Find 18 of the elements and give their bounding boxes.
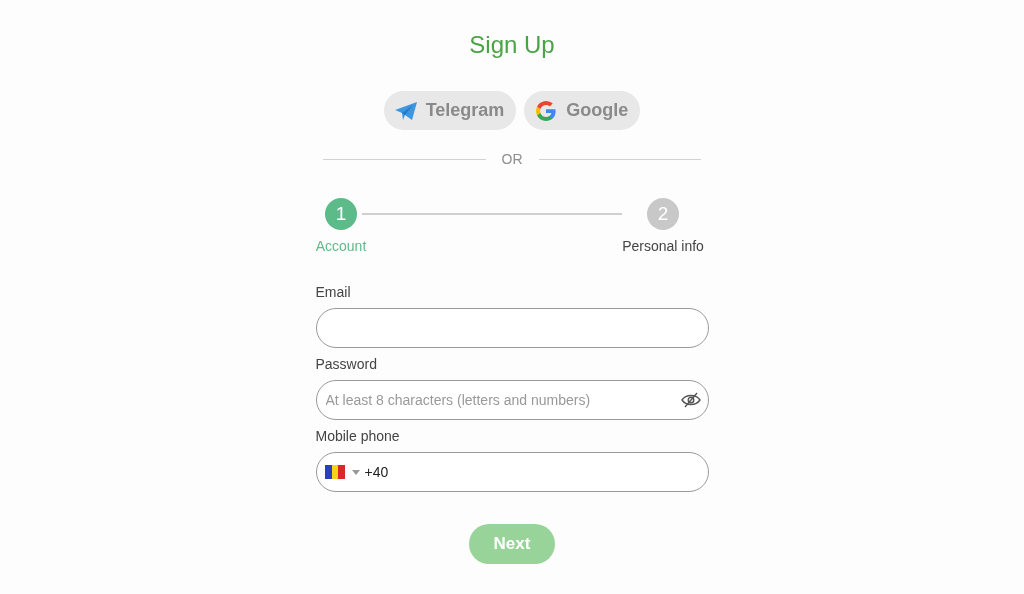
field-label: Mobile phone (315, 428, 401, 444)
step-label: Personal info (622, 238, 704, 254)
step-circle: 1 (325, 198, 357, 230)
caret-icon[interactable] (351, 470, 360, 475)
divider-text: OR (500, 151, 524, 167)
social-login-button[interactable]: Google (524, 91, 641, 130)
page-title: Sign Up (469, 30, 555, 60)
social-login-button[interactable]: Telegram (383, 91, 517, 130)
paper-plane-icon (393, 100, 418, 121)
google-icon (534, 98, 559, 123)
step-label: Account (315, 238, 367, 254)
eye-slash-icon[interactable] (680, 392, 701, 408)
phone-field[interactable]: +40 (315, 452, 709, 492)
password-field[interactable]: At least 8 characters (letters and numbers) (315, 380, 709, 420)
field-label: Email (315, 284, 352, 300)
email-field[interactable] (315, 308, 709, 348)
flag-icon[interactable] (324, 465, 345, 479)
field-label: Password (315, 356, 378, 372)
